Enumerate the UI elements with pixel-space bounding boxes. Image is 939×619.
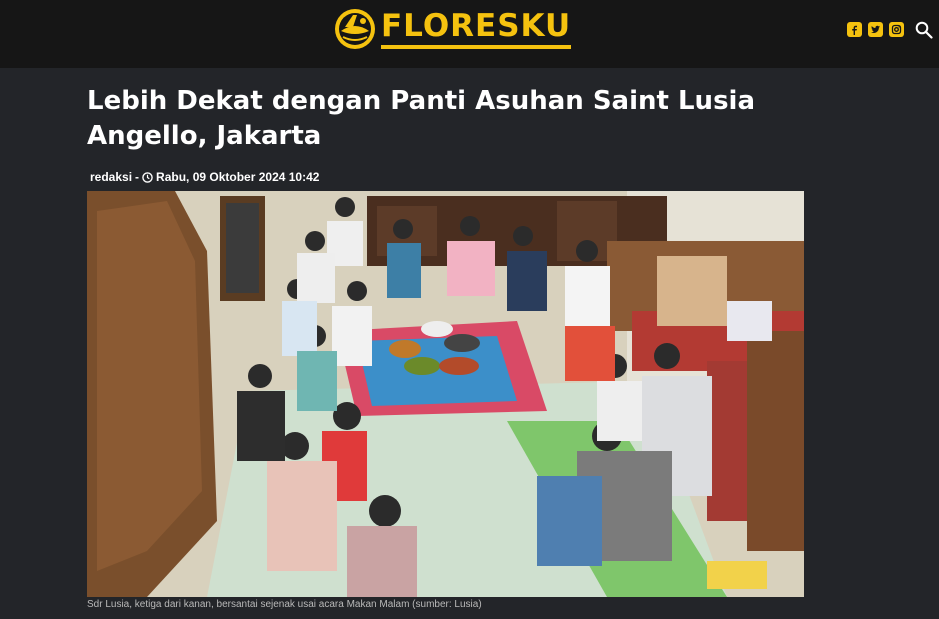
- social-links: [847, 22, 904, 37]
- clock-icon: [142, 171, 153, 183]
- photo-caption: Sdr Lusia, ketiga dari kanan, bersantai …: [87, 599, 482, 610]
- site-logo[interactable]: FLORESKU: [333, 7, 572, 51]
- site-header: FLORESKU: [0, 0, 939, 68]
- facebook-icon[interactable]: [847, 22, 862, 37]
- article-photo: [87, 191, 804, 597]
- article-title: Lebih Dekat dengan Panti Asuhan Saint Lu…: [87, 86, 756, 151]
- twitter-icon[interactable]: [868, 22, 883, 37]
- meta-separator: -: [135, 170, 140, 184]
- photo-illustration: [87, 191, 804, 597]
- logo-mark-icon: [335, 9, 375, 49]
- article-meta: redaksi - Rabu, 09 Oktober 2024 10:42: [90, 170, 319, 184]
- author-link[interactable]: redaksi: [90, 170, 132, 184]
- publish-date: Rabu, 09 Oktober 2024 10:42: [156, 170, 320, 184]
- instagram-icon[interactable]: [889, 22, 904, 37]
- search-icon[interactable]: [915, 21, 933, 39]
- logo-text: FLORESKU: [381, 9, 572, 49]
